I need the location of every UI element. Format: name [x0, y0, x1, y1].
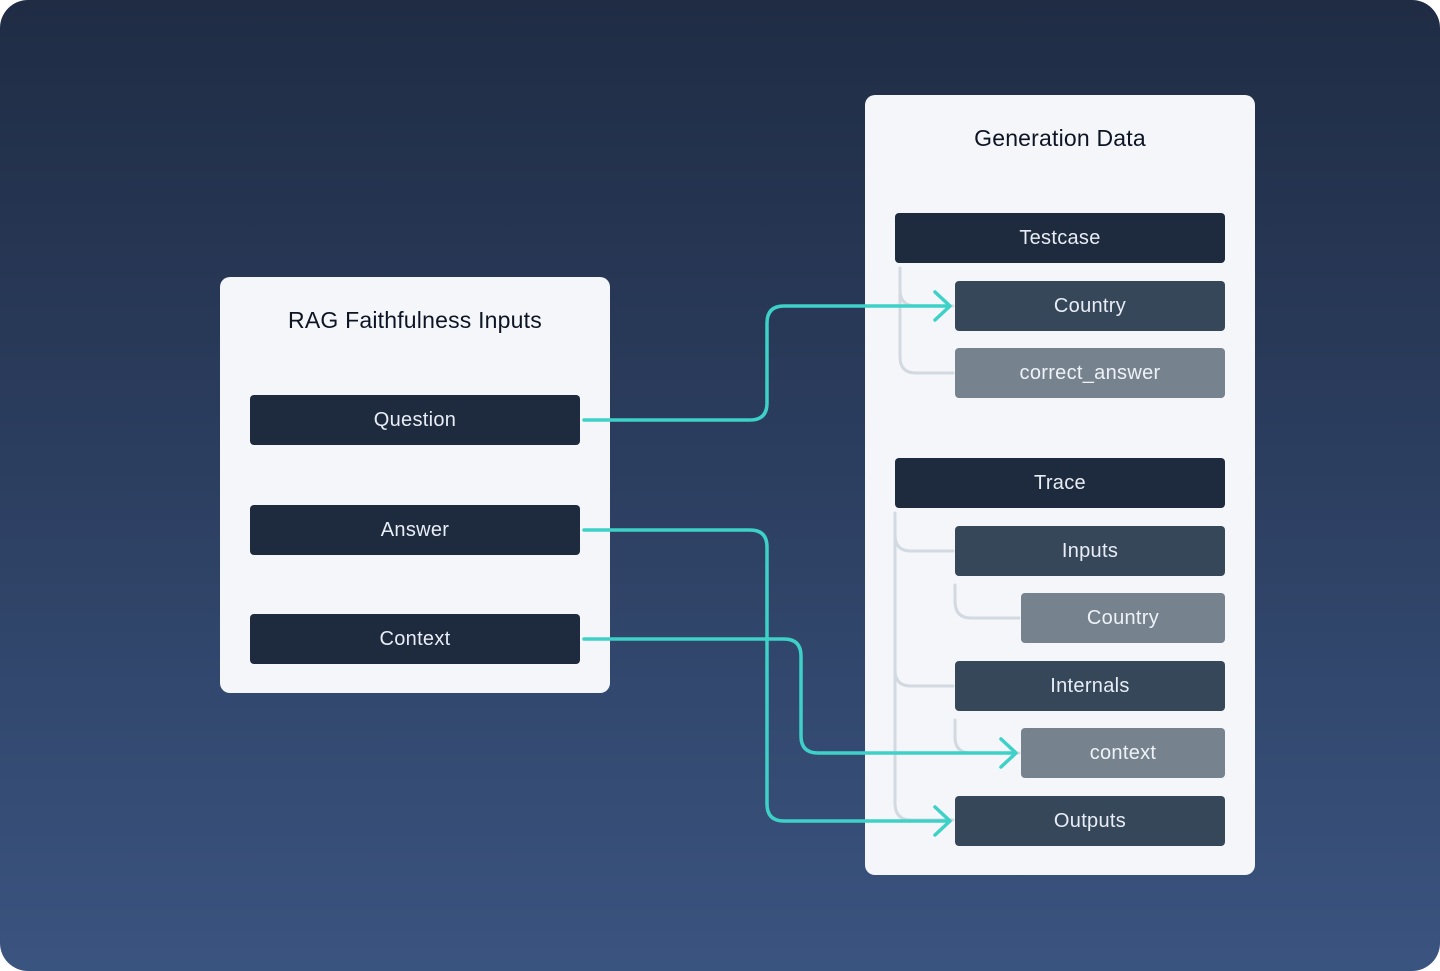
context-to-context-connector — [582, 637, 1016, 755]
connector-arrows — [582, 290, 1018, 837]
diagram-canvas: RAG Faithfulness Inputs Question Answer … — [0, 0, 1440, 971]
answer-to-outputs-connector — [582, 528, 950, 823]
question-to-country-connector — [582, 304, 950, 422]
